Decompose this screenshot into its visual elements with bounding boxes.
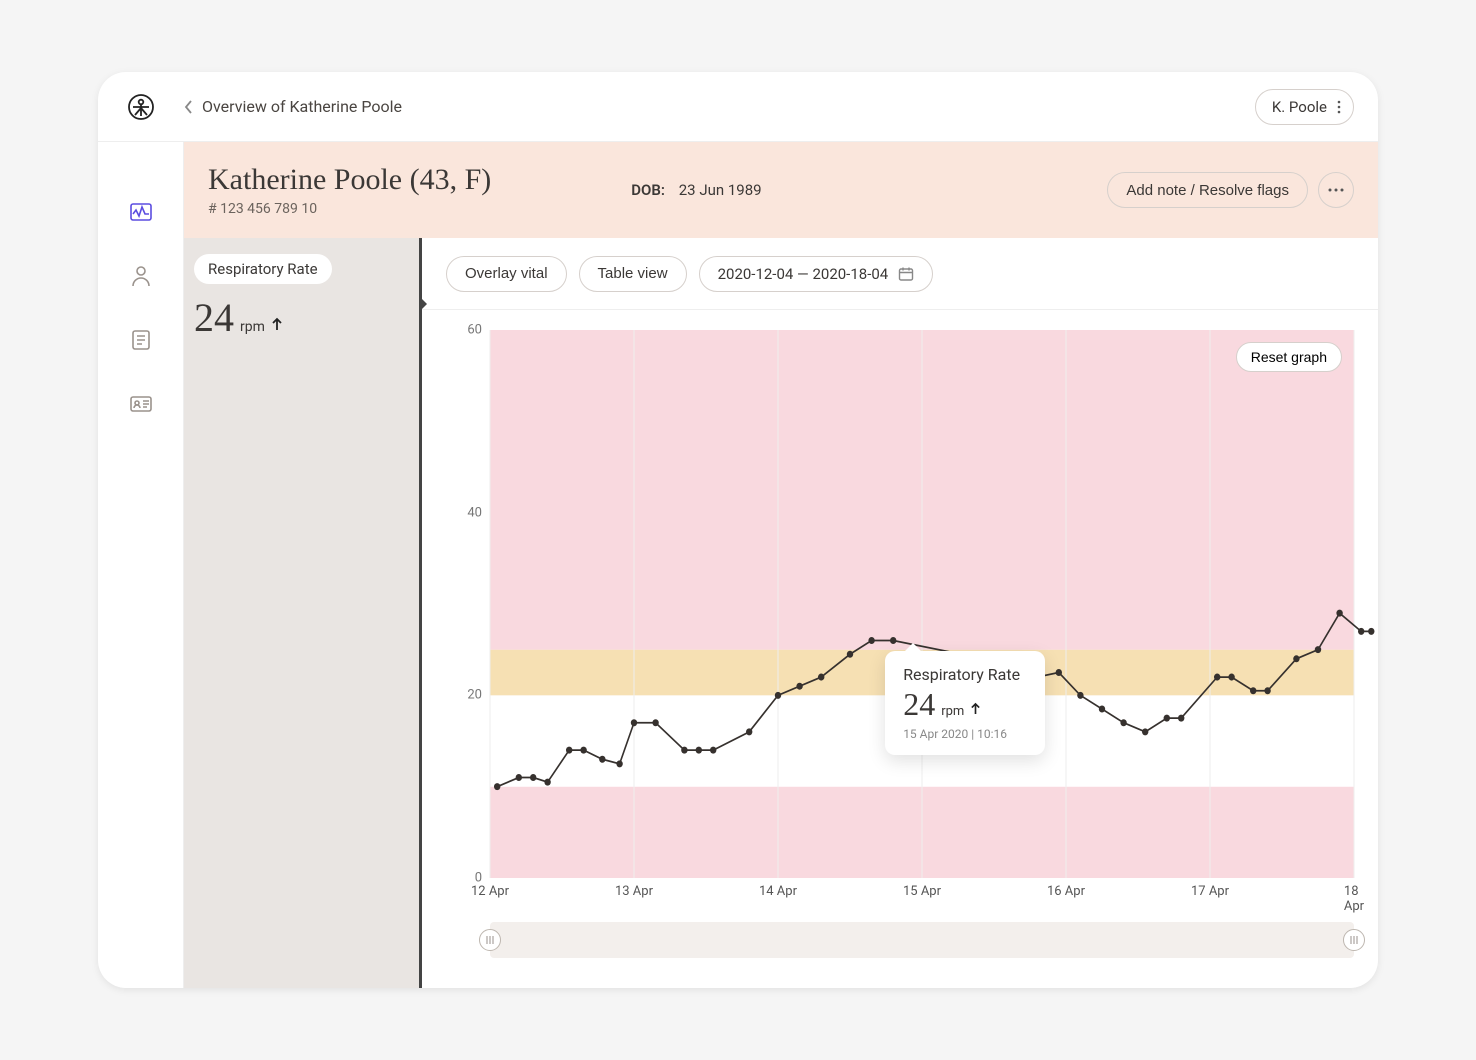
patient-record-id: # 123 456 789 10 xyxy=(208,201,491,217)
patient-name: Katherine Poole (43, F) xyxy=(208,163,491,197)
vital-unit: rpm xyxy=(240,319,265,335)
add-note-button[interactable]: Add note / Resolve flags xyxy=(1107,172,1308,208)
x-tick: 13 Apr xyxy=(615,884,653,899)
patient-dob: DOB: 23 Jun 1989 xyxy=(631,181,761,199)
arrow-up-icon xyxy=(271,317,283,331)
y-tick: 60 xyxy=(467,323,482,338)
tooltip-timestamp: 15 Apr 2020 | 10:16 xyxy=(903,727,1027,741)
overlay-vital-button[interactable]: Overlay vital xyxy=(446,256,567,292)
y-tick: 20 xyxy=(467,688,482,703)
date-range-picker[interactable]: 2020-12-04 — 2020-18-04 xyxy=(699,256,934,292)
scrubber-handle-left[interactable] xyxy=(479,929,501,951)
x-tick: 17 Apr xyxy=(1191,884,1229,899)
nav-patient-icon[interactable] xyxy=(129,264,153,288)
dob-value: 23 Jun 1989 xyxy=(679,181,762,199)
tooltip-title: Respiratory Rate xyxy=(903,665,1027,684)
chevron-left-icon xyxy=(184,99,194,115)
app-frame: Overview of Katherine Poole K. Poole Kat… xyxy=(98,72,1378,988)
nav-id-icon[interactable] xyxy=(129,392,153,416)
nav-vitals-icon[interactable] xyxy=(129,200,153,224)
nav-notes-icon[interactable] xyxy=(129,328,153,352)
vital-panel: Respiratory Rate 24 rpm xyxy=(184,238,422,988)
dots-icon xyxy=(1328,188,1344,192)
x-tick: 15 Apr xyxy=(903,884,941,899)
app-logo-icon xyxy=(126,92,156,122)
x-tick: 16 Apr xyxy=(1047,884,1085,899)
vital-name-chip[interactable]: Respiratory Rate xyxy=(194,254,332,284)
time-scrubber[interactable] xyxy=(490,922,1354,958)
table-view-button[interactable]: Table view xyxy=(579,256,687,292)
x-tick: 18 Apr xyxy=(1344,884,1364,914)
x-axis: 12 Apr13 Apr14 Apr15 Apr16 Apr17 Apr18 A… xyxy=(490,884,1354,908)
patient-more-button[interactable] xyxy=(1318,172,1354,208)
main-content: Overlay vital Table view 2020-12-04 — 20… xyxy=(422,238,1378,988)
patient-header: Katherine Poole (43, F) # 123 456 789 10… xyxy=(184,142,1378,238)
y-tick: 40 xyxy=(467,505,482,520)
topbar: Overview of Katherine Poole K. Poole xyxy=(98,72,1378,142)
reset-graph-button[interactable]: Reset graph xyxy=(1236,342,1342,372)
chart-toolbar: Overlay vital Table view 2020-12-04 — 20… xyxy=(422,238,1378,310)
user-menu-label: K. Poole xyxy=(1272,98,1327,116)
x-tick: 12 Apr xyxy=(471,884,509,899)
back-breadcrumb[interactable]: Overview of Katherine Poole xyxy=(184,97,402,116)
scrubber-handle-right[interactable] xyxy=(1343,929,1365,951)
chart-tooltip: Respiratory Rate 24 rpm 15 Apr 2020 | 10… xyxy=(885,651,1045,755)
vital-number: 24 xyxy=(194,294,234,341)
y-axis: 0204060 xyxy=(446,330,482,878)
chart-plot[interactable]: Reset graph Respiratory Rate 24 rpm 15 A… xyxy=(490,330,1354,878)
calendar-icon xyxy=(898,266,914,282)
kebab-icon xyxy=(1337,100,1341,114)
date-range-label: 2020-12-04 — 2020-18-04 xyxy=(718,265,889,283)
tooltip-unit: rpm xyxy=(941,704,964,719)
breadcrumb-label: Overview of Katherine Poole xyxy=(202,97,402,116)
user-menu[interactable]: K. Poole xyxy=(1255,89,1354,125)
arrow-up-icon xyxy=(970,702,981,715)
tooltip-value: 24 xyxy=(903,686,935,723)
chart-area: 0204060 Reset graph Respiratory Rate 24 … xyxy=(422,310,1378,988)
vital-value: 24 rpm xyxy=(194,294,409,341)
x-tick: 14 Apr xyxy=(759,884,797,899)
dob-label: DOB: xyxy=(631,181,665,199)
left-nav-rail xyxy=(98,142,184,988)
